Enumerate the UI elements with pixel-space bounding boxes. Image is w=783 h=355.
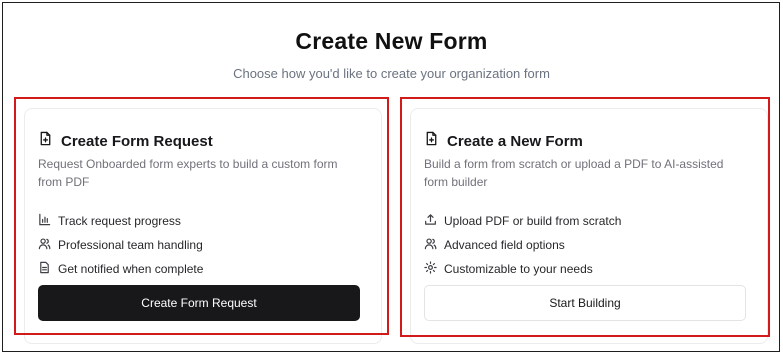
page-subtitle: Choose how you'd like to create your org…	[233, 66, 550, 81]
highlight-box-left	[14, 97, 389, 335]
page-title: Create New Form	[295, 28, 488, 54]
highlight-box-right	[400, 97, 770, 337]
